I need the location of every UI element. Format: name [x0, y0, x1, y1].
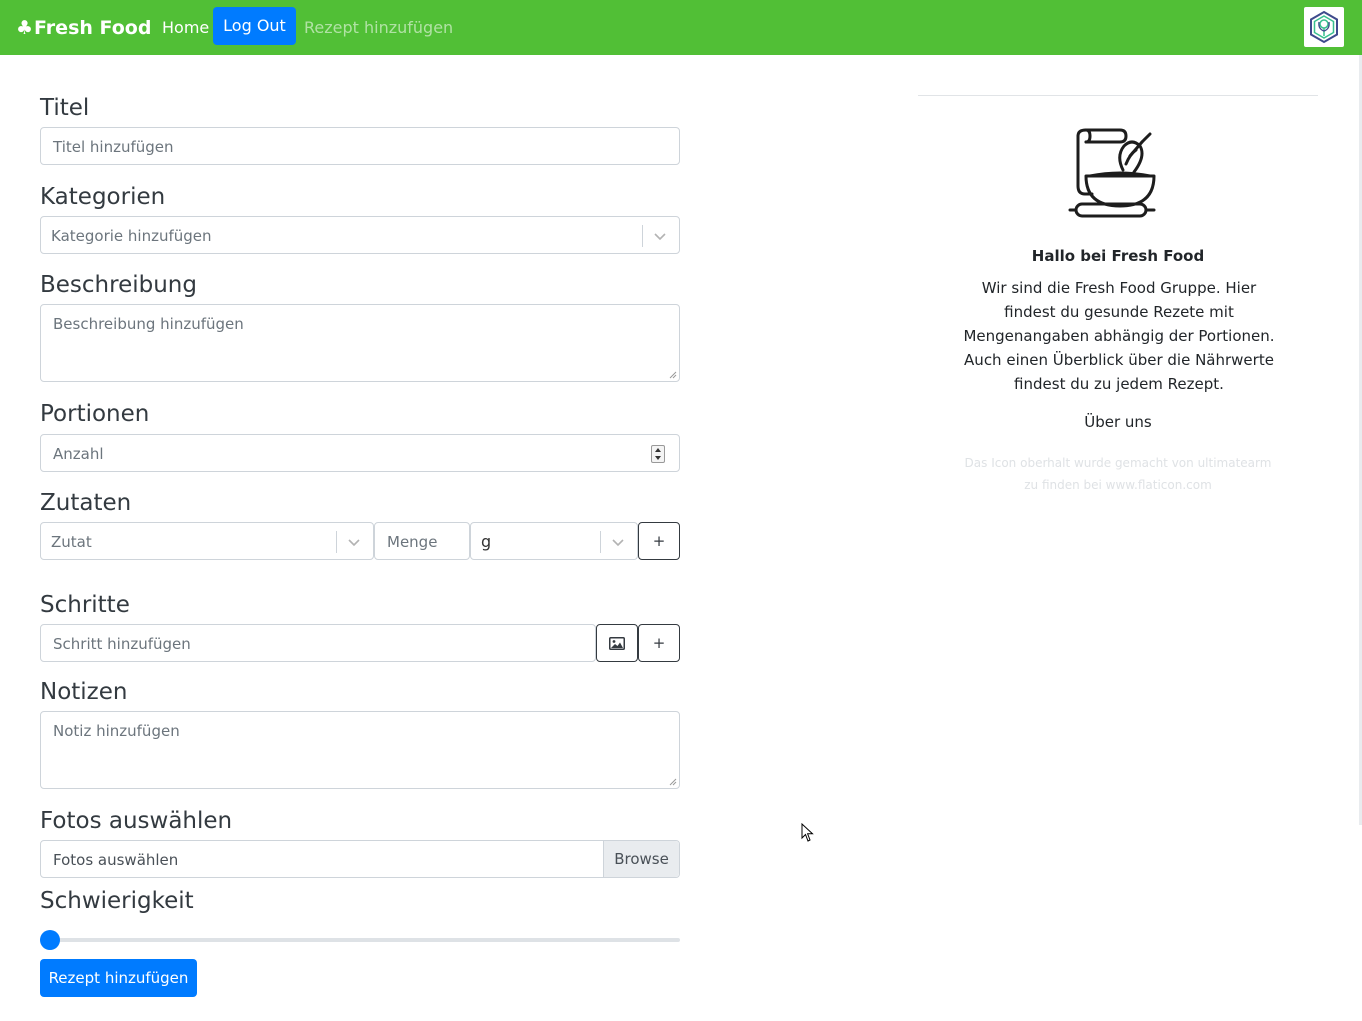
- description-placeholder: Beschreibung hinzufügen: [53, 315, 244, 333]
- add-step-button[interactable]: +: [638, 624, 680, 662]
- icon-credit-line2[interactable]: zu finden bei www.flaticon.com: [918, 474, 1318, 496]
- category-placeholder: Kategorie hinzufügen: [51, 227, 212, 245]
- unit-select[interactable]: g: [470, 522, 638, 560]
- ingredients-label: Zutaten: [40, 490, 132, 516]
- notes-placeholder: Notiz hinzufügen: [53, 722, 180, 740]
- add-ingredient-button[interactable]: +: [638, 522, 680, 560]
- select-separator: [642, 225, 643, 247]
- difficulty-slider-thumb[interactable]: [40, 930, 60, 950]
- nav-add-recipe[interactable]: Rezept hinzufügen: [304, 18, 453, 38]
- amount-placeholder: Menge: [387, 533, 438, 551]
- portions-input[interactable]: Anzahl: [40, 434, 680, 472]
- portions-placeholder: Anzahl: [53, 445, 104, 463]
- steps-label: Schritte: [40, 592, 130, 618]
- chevron-down-icon[interactable]: [652, 228, 668, 244]
- chevron-down-icon[interactable]: [610, 534, 626, 550]
- category-select[interactable]: Kategorie hinzufügen: [40, 216, 680, 254]
- title-input[interactable]: Titel hinzufügen: [40, 127, 680, 165]
- baking-bowl-whisk-icon: [1068, 128, 1156, 218]
- photos-file-input[interactable]: Fotos auswählen Browse: [40, 840, 680, 878]
- club-icon: ♣: [16, 17, 34, 39]
- description-label: Beschreibung: [40, 272, 197, 298]
- logout-button[interactable]: Log Out: [213, 7, 296, 45]
- about-link[interactable]: Über uns: [918, 412, 1318, 432]
- mouse-cursor-icon: [801, 823, 814, 842]
- notes-label: Notizen: [40, 679, 128, 705]
- title-placeholder: Titel hinzufügen: [53, 138, 174, 156]
- difficulty-slider-track[interactable]: [40, 938, 680, 942]
- navbar: ♣ Fresh Food Home Log Out Rezept hinzufü…: [0, 0, 1362, 55]
- photos-label: Fotos auswählen: [40, 808, 233, 834]
- submit-recipe-button[interactable]: Rezept hinzufügen: [40, 959, 197, 997]
- select-separator: [600, 531, 601, 553]
- logo-icon[interactable]: [1304, 7, 1344, 47]
- step-placeholder: Schritt hinzufügen: [53, 635, 191, 653]
- title-label: Titel: [40, 95, 90, 121]
- add-step-image-button[interactable]: [596, 624, 638, 662]
- resize-handle-icon[interactable]: [669, 371, 677, 379]
- ingredient-placeholder: Zutat: [51, 533, 92, 551]
- brand-label: Fresh Food: [34, 17, 152, 39]
- resize-handle-icon[interactable]: [669, 778, 677, 786]
- image-icon: [609, 636, 625, 650]
- ingredient-select[interactable]: Zutat: [40, 522, 374, 560]
- select-separator: [336, 531, 337, 553]
- photos-placeholder: Fotos auswählen: [53, 851, 179, 869]
- step-input[interactable]: Schritt hinzufügen: [40, 624, 596, 662]
- number-spinner-icon[interactable]: [651, 445, 665, 463]
- category-label: Kategorien: [40, 184, 166, 210]
- welcome-description: Wir sind die Fresh Food Gruppe. Hier fin…: [963, 279, 1275, 393]
- welcome-heading: Hallo bei Fresh Food: [1031, 247, 1205, 265]
- icon-credit: Das Icon oberhalt wurde gemacht von ulti…: [918, 452, 1318, 496]
- amount-input[interactable]: Menge: [374, 522, 470, 560]
- unit-value: g: [481, 532, 492, 551]
- icon-credit-line1: Das Icon oberhalt wurde gemacht von ulti…: [964, 456, 1272, 470]
- nav-home[interactable]: Home: [162, 18, 209, 38]
- portions-label: Portionen: [40, 401, 150, 427]
- divider: [918, 95, 1318, 96]
- browse-button[interactable]: Browse: [603, 841, 679, 877]
- description-textarea[interactable]: Beschreibung hinzufügen: [40, 304, 680, 382]
- notes-textarea[interactable]: Notiz hinzufügen: [40, 711, 680, 789]
- brand[interactable]: ♣ Fresh Food: [16, 16, 151, 40]
- chevron-down-icon[interactable]: [346, 534, 362, 550]
- difficulty-label: Schwierigkeit: [40, 888, 194, 914]
